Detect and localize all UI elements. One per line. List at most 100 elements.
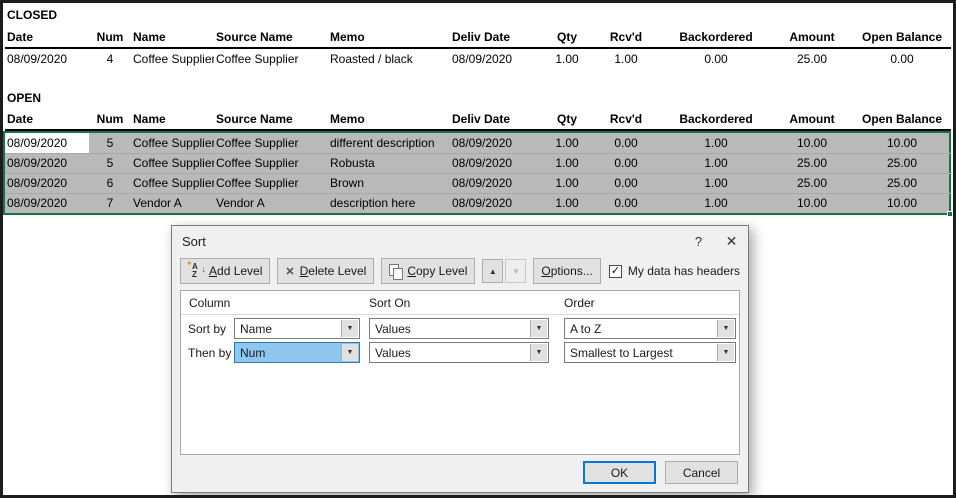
cell[interactable]: 1.00	[543, 193, 591, 213]
cell[interactable]: description here	[328, 193, 450, 213]
cell[interactable]: 08/09/2020	[5, 173, 89, 194]
selected-range[interactable]: 08/09/2020 5 Coffee Supplier Coffee Supp…	[3, 131, 953, 217]
closed-section-label[interactable]: CLOSED	[3, 3, 953, 22]
chevron-down-icon[interactable]: ▼	[717, 320, 734, 337]
cell[interactable]: 0.00	[591, 173, 661, 194]
cell[interactable]: 1.00	[661, 133, 771, 154]
cell[interactable]: 1.00	[543, 153, 591, 174]
sort-by-sort-on-select[interactable]: Values ▼	[369, 318, 549, 339]
cell[interactable]: Coffee Supplier	[214, 153, 328, 174]
cancel-button[interactable]: Cancel	[665, 461, 738, 484]
column-header[interactable]: Rcv'd	[591, 109, 661, 131]
column-header[interactable]: Open Balance	[853, 109, 951, 131]
cell[interactable]: 25.00	[853, 153, 951, 174]
cell[interactable]: 1.00	[661, 153, 771, 174]
close-button[interactable]: ✕	[715, 226, 748, 256]
sort-by-order-select[interactable]: A to Z ▼	[564, 318, 736, 339]
cell[interactable]: 10.00	[771, 133, 853, 154]
cell[interactable]: Coffee Supplier	[131, 48, 214, 68]
active-cell[interactable]: 08/09/2020	[5, 133, 89, 154]
cell[interactable]: 1.00	[543, 133, 591, 154]
copy-level-button[interactable]: Copy Level	[381, 258, 476, 284]
then-by-order-select[interactable]: Smallest to Largest ▼	[564, 342, 736, 363]
cell[interactable]: 0.00	[853, 48, 951, 68]
cell[interactable]: Robusta	[328, 153, 450, 174]
chevron-down-icon[interactable]: ▼	[341, 320, 358, 337]
cell[interactable]: 1.00	[661, 173, 771, 194]
chevron-down-icon[interactable]: ▼	[530, 344, 547, 361]
ok-button[interactable]: OK	[583, 461, 656, 484]
cell[interactable]: Coffee Supplier	[131, 173, 214, 194]
cell[interactable]: 25.00	[853, 173, 951, 194]
cell[interactable]: 7	[89, 193, 131, 213]
cell[interactable]: 0.00	[661, 48, 771, 68]
delete-level-button[interactable]: ✕ Delete Level	[277, 258, 375, 284]
cell[interactable]: Vendor A	[214, 193, 328, 213]
cell[interactable]: 08/09/2020	[450, 193, 543, 213]
cell[interactable]: Coffee Supplier	[131, 153, 214, 174]
cell[interactable]: 1.00	[591, 48, 661, 68]
my-data-has-headers-group[interactable]: ✓ My data has headers	[608, 264, 740, 278]
cell[interactable]: 5	[89, 153, 131, 174]
cell[interactable]: 08/09/2020	[450, 153, 543, 174]
cell[interactable]: 6	[89, 173, 131, 194]
cell[interactable]: 4	[89, 48, 131, 68]
cell[interactable]: 08/09/2020	[450, 173, 543, 194]
cell[interactable]: Coffee Supplier	[214, 48, 328, 68]
cell[interactable]: 08/09/2020	[5, 193, 89, 213]
headers-checkbox[interactable]: ✓	[608, 264, 622, 278]
cell[interactable]: 25.00	[771, 48, 853, 68]
chevron-down-icon[interactable]: ▼	[530, 320, 547, 337]
chevron-down-icon[interactable]: ▼	[717, 344, 734, 361]
open-section-label[interactable]: OPEN	[3, 86, 953, 105]
column-header[interactable]: Name	[131, 109, 214, 131]
cell[interactable]: 25.00	[771, 173, 853, 194]
cell[interactable]: Vendor A	[131, 193, 214, 213]
cell[interactable]: 10.00	[771, 193, 853, 213]
cell[interactable]: 0.00	[591, 153, 661, 174]
cell[interactable]: 25.00	[771, 153, 853, 174]
column-header[interactable]: Backordered	[661, 27, 771, 49]
help-button[interactable]: ?	[682, 226, 715, 256]
cell[interactable]: Brown	[328, 173, 450, 194]
column-header[interactable]: Deliv Date	[450, 27, 543, 49]
options-button[interactable]: Options...	[533, 258, 601, 284]
sort-by-column-select[interactable]: Name ▼	[234, 318, 360, 339]
column-header[interactable]: Rcv'd	[591, 27, 661, 49]
cell[interactable]: 5	[89, 133, 131, 154]
cell[interactable]: 1.00	[543, 48, 591, 68]
column-header[interactable]: Open Balance	[853, 27, 951, 49]
cell[interactable]: 0.00	[591, 193, 661, 213]
cell[interactable]: 10.00	[853, 193, 951, 213]
cell[interactable]: 1.00	[543, 173, 591, 194]
column-header[interactable]: Name	[131, 27, 214, 49]
cell[interactable]: 08/09/2020	[450, 133, 543, 154]
cell[interactable]: 08/09/2020	[5, 153, 89, 174]
move-up-button[interactable]: ▲	[482, 259, 504, 283]
cell[interactable]: Coffee Supplier	[214, 173, 328, 194]
column-header[interactable]: Num	[89, 109, 131, 131]
column-header[interactable]: Deliv Date	[450, 109, 543, 131]
cell[interactable]: 0.00	[591, 133, 661, 154]
column-header[interactable]: Amount	[771, 27, 853, 49]
then-by-column-select[interactable]: Num ▼	[234, 342, 360, 363]
cell[interactable]: 1.00	[661, 193, 771, 213]
column-header[interactable]: Qty	[543, 109, 591, 131]
chevron-down-icon[interactable]: ▼	[341, 344, 358, 361]
cell[interactable]: Roasted / black	[328, 48, 450, 68]
column-header[interactable]: Memo	[328, 109, 450, 131]
add-level-button[interactable]: ✦ AZ ↓ Add Level	[180, 258, 271, 284]
cell[interactable]: 08/09/2020	[450, 48, 543, 68]
column-header[interactable]: Num	[89, 27, 131, 49]
cell[interactable]: 08/09/2020	[5, 48, 89, 68]
column-header[interactable]: Date	[5, 27, 89, 49]
then-by-sort-on-select[interactable]: Values ▼	[369, 342, 549, 363]
column-header[interactable]: Qty	[543, 27, 591, 49]
column-header[interactable]: Source Name	[214, 27, 328, 49]
cell[interactable]: different description	[328, 133, 450, 154]
column-header[interactable]: Backordered	[661, 109, 771, 131]
cell[interactable]: Coffee Supplier	[214, 133, 328, 154]
dialog-titlebar[interactable]: Sort ? ✕	[172, 226, 748, 256]
fill-handle[interactable]	[947, 211, 953, 217]
column-header[interactable]: Date	[5, 109, 89, 131]
